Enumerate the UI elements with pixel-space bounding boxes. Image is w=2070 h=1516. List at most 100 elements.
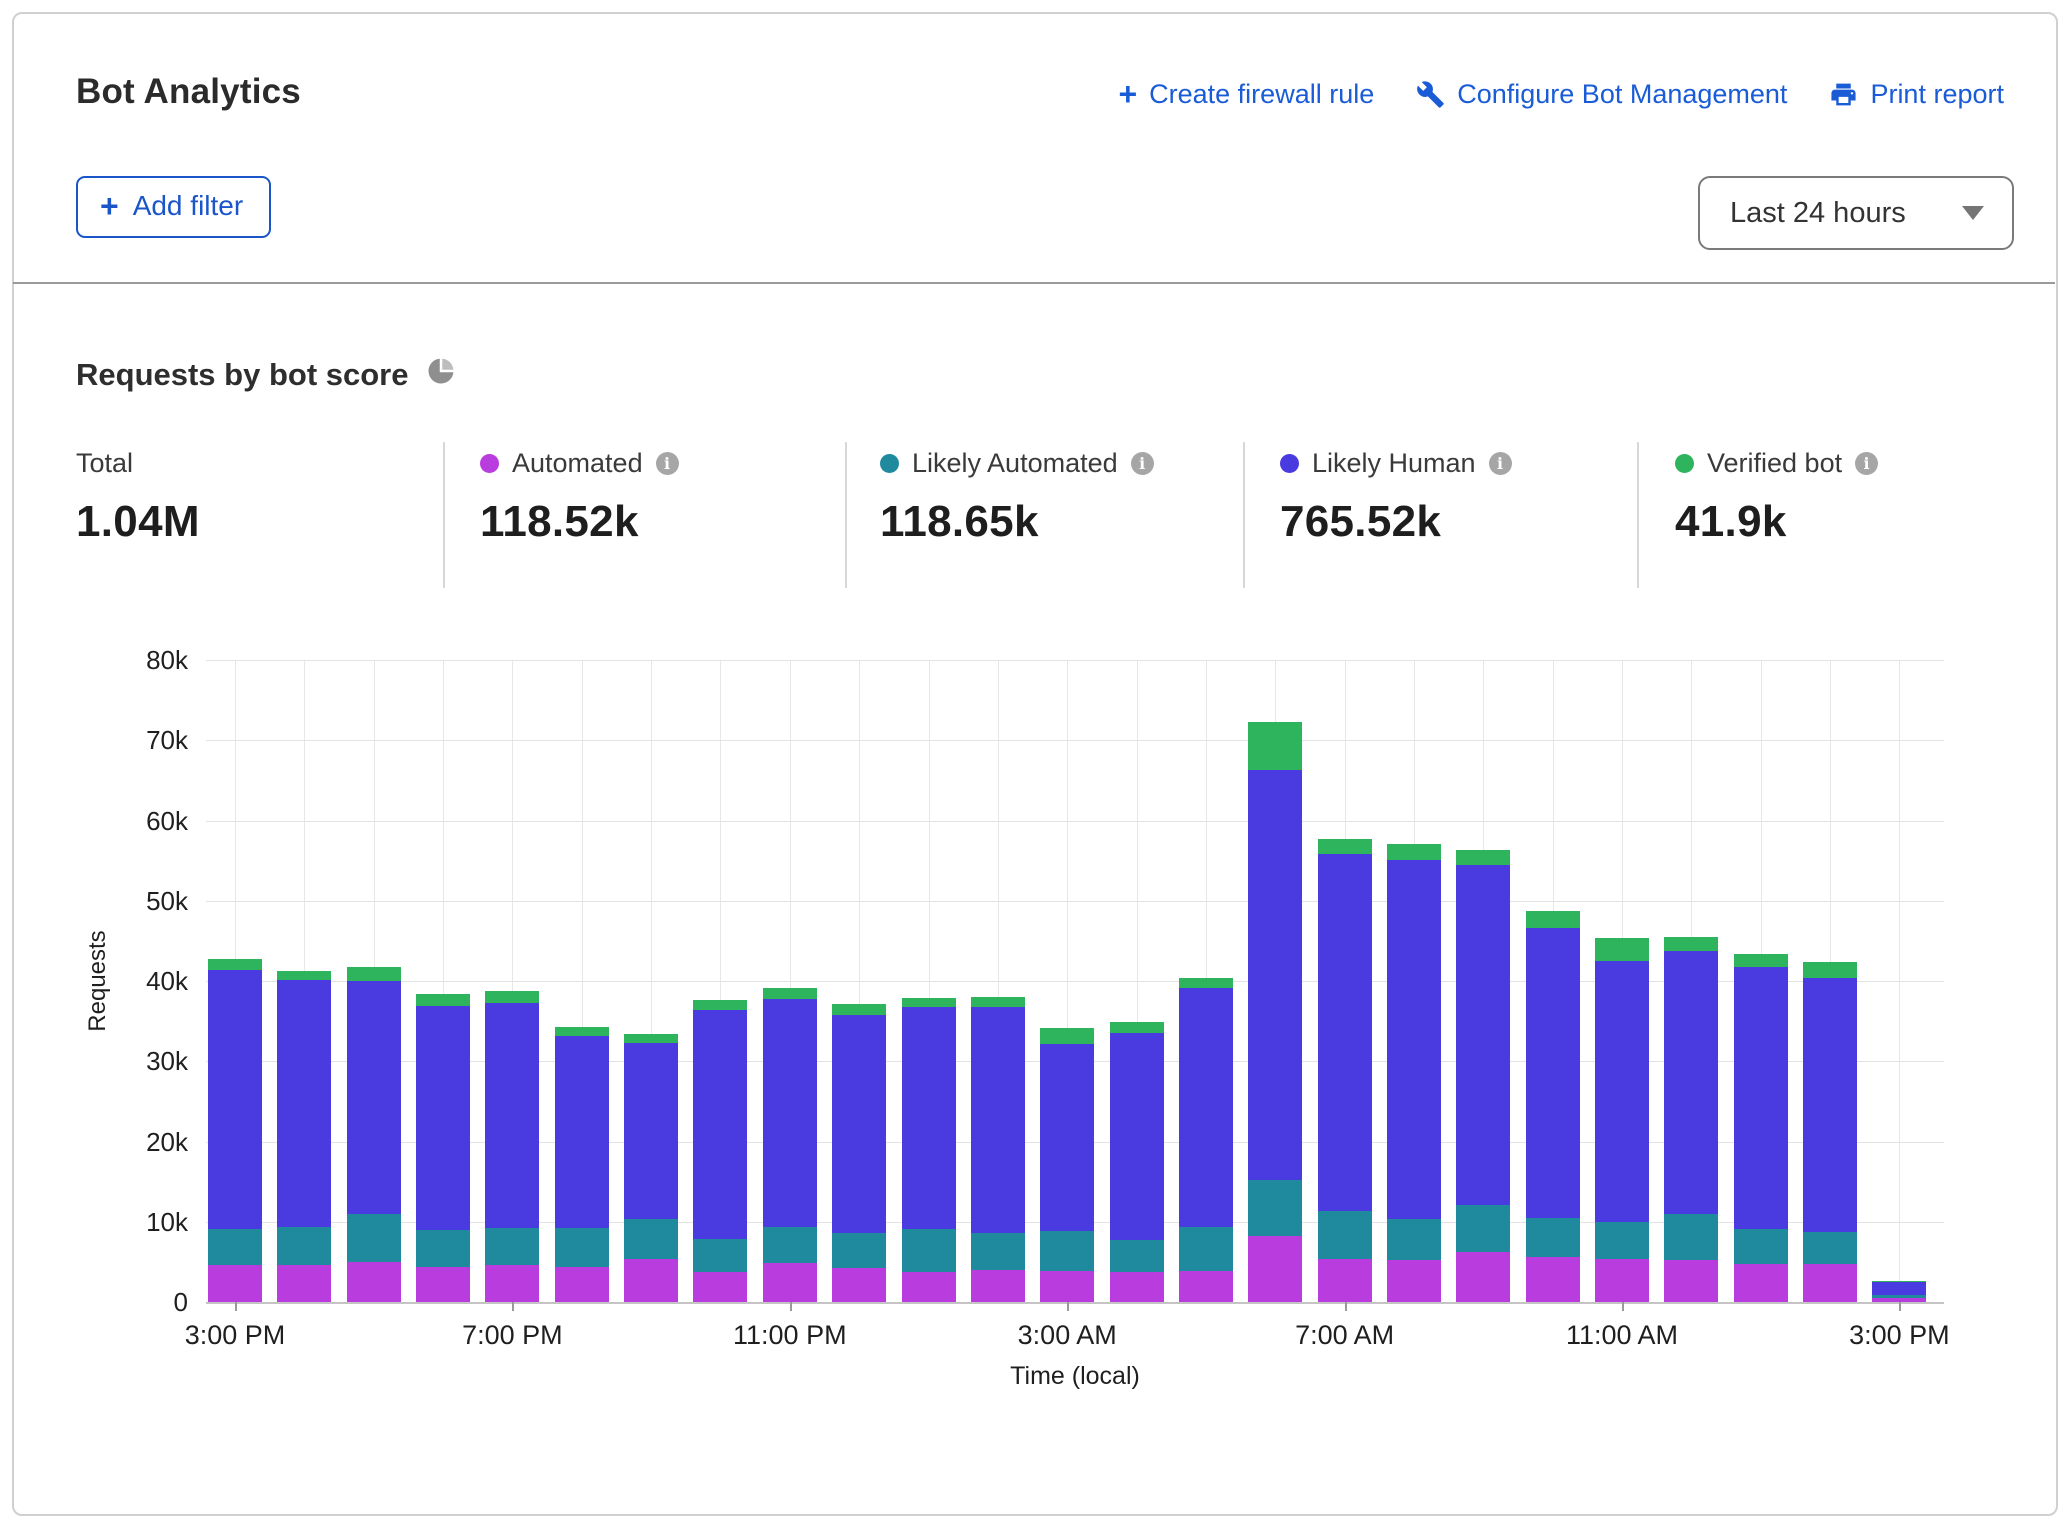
bar-segment-likely-human[interactable] — [1734, 967, 1788, 1229]
bar-segment-automated[interactable] — [347, 1262, 401, 1302]
bar-segment-likely-automated[interactable] — [971, 1233, 1025, 1270]
bar-segment-verified-bot[interactable] — [1664, 937, 1718, 951]
bar-segment-automated[interactable] — [1110, 1272, 1164, 1302]
bar-segment-verified-bot[interactable] — [208, 959, 262, 969]
bar-segment-likely-automated[interactable] — [1040, 1231, 1094, 1271]
bar-segment-verified-bot[interactable] — [902, 998, 956, 1007]
bar-segment-verified-bot[interactable] — [1803, 962, 1857, 978]
bar-segment-automated[interactable] — [555, 1267, 609, 1302]
bar-segment-verified-bot[interactable] — [1179, 978, 1233, 988]
bar-segment-likely-automated[interactable] — [416, 1230, 470, 1268]
bar-segment-likely-automated[interactable] — [902, 1229, 956, 1272]
bar-segment-likely-human[interactable] — [1456, 865, 1510, 1204]
bar-segment-likely-automated[interactable] — [1179, 1227, 1233, 1270]
bar-segment-automated[interactable] — [208, 1265, 262, 1302]
bar-segment-likely-human[interactable] — [1318, 854, 1372, 1211]
bar-segment-verified-bot[interactable] — [1040, 1028, 1094, 1043]
bar-segment-likely-automated[interactable] — [1664, 1214, 1718, 1261]
bar-segment-likely-human[interactable] — [555, 1036, 609, 1228]
bar-segment-verified-bot[interactable] — [347, 967, 401, 981]
create-firewall-rule-link[interactable]: + Create firewall rule — [1118, 78, 1374, 110]
bar-segment-likely-human[interactable] — [902, 1007, 956, 1229]
bar-segment-verified-bot[interactable] — [1526, 911, 1580, 927]
bar-segment-likely-human[interactable] — [693, 1010, 747, 1239]
bar-segment-automated[interactable] — [1803, 1264, 1857, 1302]
bar-segment-likely-automated[interactable] — [1526, 1218, 1580, 1258]
bar-segment-automated[interactable] — [971, 1270, 1025, 1302]
info-icon[interactable]: i — [1131, 452, 1154, 475]
time-range-dropdown[interactable]: Last 24 hours — [1698, 176, 2014, 250]
bar-segment-likely-automated[interactable] — [277, 1227, 331, 1264]
bar-segment-likely-automated[interactable] — [1248, 1180, 1302, 1236]
bar-segment-likely-automated[interactable] — [1456, 1205, 1510, 1252]
bar-segment-automated[interactable] — [1179, 1271, 1233, 1302]
bar-segment-verified-bot[interactable] — [416, 994, 470, 1006]
bar-segment-likely-automated[interactable] — [624, 1219, 678, 1260]
bar-segment-likely-human[interactable] — [277, 980, 331, 1227]
bar-segment-automated[interactable] — [1248, 1236, 1302, 1302]
bar-segment-verified-bot[interactable] — [1734, 954, 1788, 968]
bar-segment-likely-automated[interactable] — [1595, 1222, 1649, 1260]
bar-segment-likely-automated[interactable] — [1110, 1240, 1164, 1271]
print-report-link[interactable]: Print report — [1829, 79, 2004, 110]
bar-segment-verified-bot[interactable] — [693, 1000, 747, 1010]
bar-segment-likely-automated[interactable] — [555, 1228, 609, 1267]
bar-segment-likely-automated[interactable] — [1734, 1229, 1788, 1264]
bar-segment-automated[interactable] — [902, 1272, 956, 1302]
info-icon[interactable]: i — [1855, 452, 1878, 475]
bar-segment-verified-bot[interactable] — [485, 991, 539, 1003]
bar-segment-likely-automated[interactable] — [1387, 1219, 1441, 1260]
bar-segment-verified-bot[interactable] — [555, 1027, 609, 1037]
bar-segment-verified-bot[interactable] — [971, 997, 1025, 1007]
bar-segment-verified-bot[interactable] — [624, 1034, 678, 1043]
bar-segment-likely-human[interactable] — [1664, 951, 1718, 1214]
bar-segment-automated[interactable] — [485, 1265, 539, 1302]
configure-bot-management-link[interactable]: Configure Bot Management — [1416, 79, 1787, 110]
bar-segment-automated[interactable] — [1526, 1257, 1580, 1302]
bar-segment-automated[interactable] — [624, 1259, 678, 1302]
bar-segment-likely-human[interactable] — [763, 999, 817, 1227]
bar-segment-verified-bot[interactable] — [832, 1004, 886, 1014]
add-filter-button[interactable]: + Add filter — [76, 176, 271, 238]
bar-segment-likely-automated[interactable] — [763, 1227, 817, 1263]
info-icon[interactable]: i — [656, 452, 679, 475]
bar-segment-likely-human[interactable] — [971, 1007, 1025, 1233]
bar-segment-likely-automated[interactable] — [693, 1239, 747, 1273]
bar-segment-likely-human[interactable] — [208, 970, 262, 1229]
bar-segment-likely-human[interactable] — [485, 1003, 539, 1227]
bar-segment-likely-automated[interactable] — [832, 1233, 886, 1268]
bar-segment-automated[interactable] — [1040, 1271, 1094, 1302]
bar-segment-automated[interactable] — [832, 1268, 886, 1302]
info-icon[interactable]: i — [1489, 452, 1512, 475]
bar-segment-verified-bot[interactable] — [763, 988, 817, 998]
bar-segment-likely-human[interactable] — [1248, 770, 1302, 1180]
bar-segment-automated[interactable] — [1456, 1252, 1510, 1302]
bar-segment-likely-automated[interactable] — [208, 1229, 262, 1265]
bar-segment-likely-human[interactable] — [1387, 860, 1441, 1220]
bar-segment-verified-bot[interactable] — [1387, 844, 1441, 860]
bar-segment-likely-automated[interactable] — [1318, 1211, 1372, 1258]
bar-segment-automated[interactable] — [763, 1263, 817, 1302]
bar-segment-automated[interactable] — [416, 1267, 470, 1302]
bar-segment-verified-bot[interactable] — [1456, 850, 1510, 865]
bar-segment-likely-human[interactable] — [624, 1043, 678, 1219]
bar-segment-automated[interactable] — [1734, 1264, 1788, 1302]
bar-segment-likely-automated[interactable] — [1872, 1295, 1926, 1298]
bar-segment-automated[interactable] — [1595, 1259, 1649, 1302]
bar-segment-verified-bot[interactable] — [1872, 1281, 1926, 1282]
bar-segment-likely-human[interactable] — [1803, 978, 1857, 1232]
bar-segment-automated[interactable] — [693, 1272, 747, 1302]
bar-segment-likely-human[interactable] — [1040, 1044, 1094, 1231]
bar-segment-verified-bot[interactable] — [277, 971, 331, 981]
bar-segment-likely-human[interactable] — [1595, 961, 1649, 1222]
bar-segment-likely-human[interactable] — [1872, 1282, 1926, 1296]
bar-segment-likely-human[interactable] — [1110, 1033, 1164, 1240]
bar-segment-likely-automated[interactable] — [1803, 1232, 1857, 1264]
bar-segment-verified-bot[interactable] — [1110, 1022, 1164, 1033]
bar-segment-likely-human[interactable] — [1526, 928, 1580, 1218]
bar-segment-likely-automated[interactable] — [485, 1228, 539, 1265]
bar-segment-likely-human[interactable] — [416, 1006, 470, 1230]
bar-segment-likely-human[interactable] — [832, 1015, 886, 1233]
bar-segment-verified-bot[interactable] — [1595, 938, 1649, 960]
bar-segment-likely-human[interactable] — [1179, 988, 1233, 1227]
